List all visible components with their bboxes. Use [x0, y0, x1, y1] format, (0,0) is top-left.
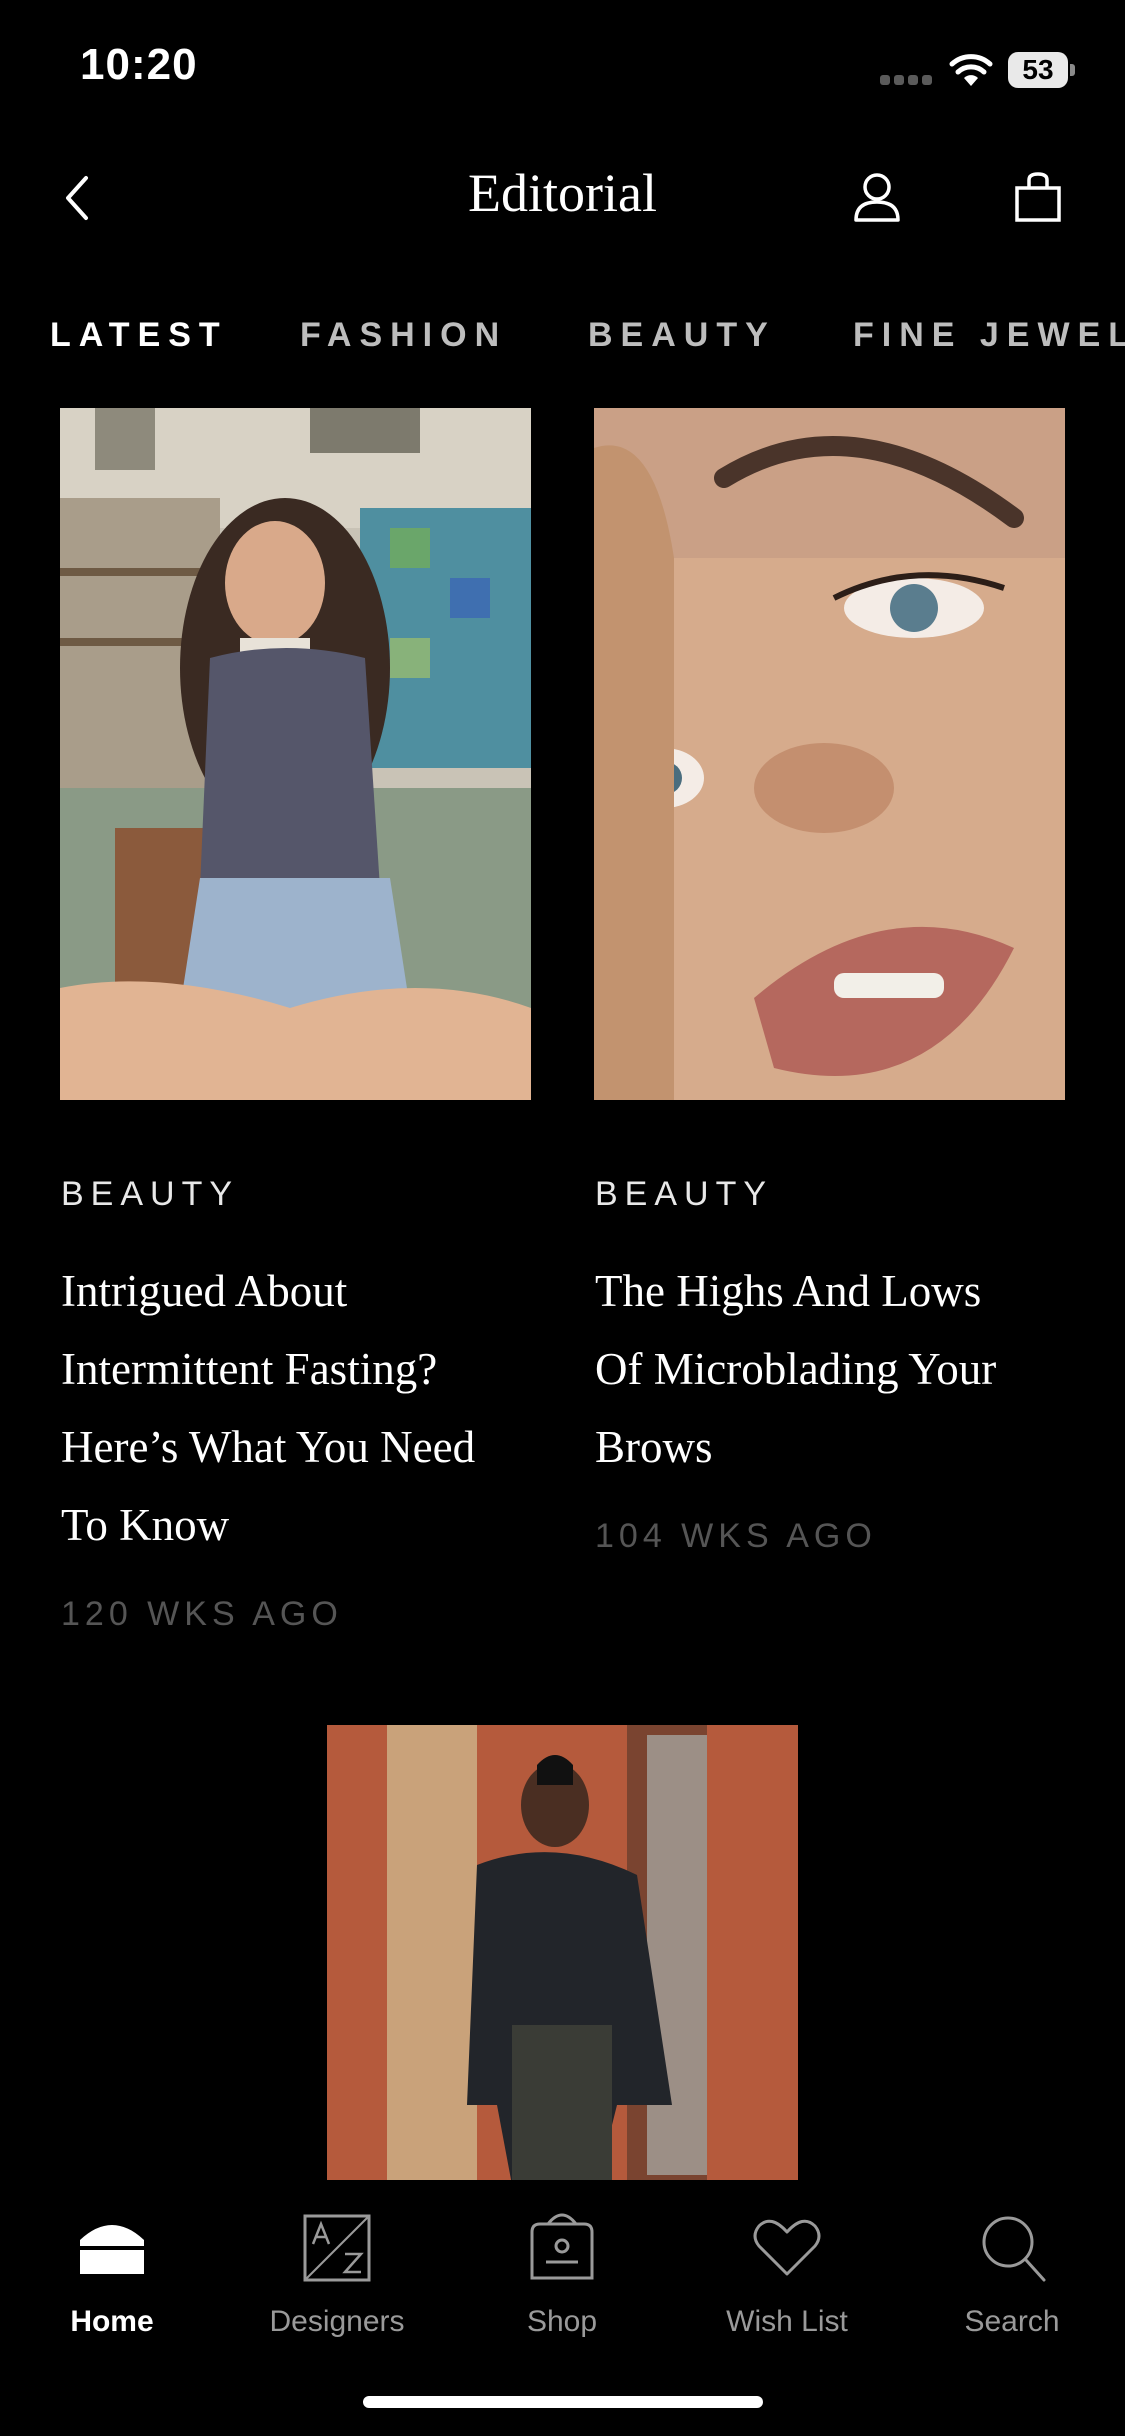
- tab-label: Search: [964, 2305, 1060, 2338]
- wifi-icon: [949, 54, 993, 86]
- battery-icon: 53: [1008, 52, 1076, 88]
- tab-home[interactable]: Home: [22, 2210, 202, 2339]
- heart-icon: [753, 2219, 821, 2276]
- az-icon: [303, 2214, 371, 2282]
- headline-line: Here’s What You Need: [61, 1422, 476, 1472]
- article-timestamp: 120 WKS AGO: [61, 1595, 343, 1633]
- article-category: BEAUTY: [61, 1175, 240, 1213]
- headline-line: The Highs And Lows: [595, 1266, 982, 1316]
- search-icon: [982, 2216, 1046, 2282]
- shop-bag-icon: [530, 2213, 594, 2280]
- headline-line: To Know: [61, 1500, 230, 1550]
- account-icon[interactable]: [852, 170, 902, 224]
- headline-line: Brows: [595, 1422, 713, 1472]
- tab-shop[interactable]: Shop: [472, 2210, 652, 2339]
- article-image-fasting[interactable]: [60, 408, 531, 1100]
- article-category: BEAUTY: [595, 1175, 774, 1213]
- tab-wish-list[interactable]: Wish List: [697, 2210, 877, 2339]
- shopping-bag-icon[interactable]: [1012, 170, 1064, 224]
- headline-line: Intermittent Fasting?: [61, 1344, 438, 1394]
- page-title: Editorial: [468, 163, 657, 223]
- tab-label: Wish List: [726, 2305, 848, 2338]
- tab-fine-jewelry[interactable]: FINE JEWEL: [853, 316, 1125, 355]
- status-time: 10:20: [80, 40, 198, 89]
- article-image-fashion[interactable]: [327, 1725, 798, 2185]
- tab-fashion[interactable]: FASHION: [300, 316, 507, 355]
- tab-label: Shop: [526, 2305, 598, 2338]
- tab-label: Designers: [269, 2305, 405, 2338]
- article-timestamp: 104 WKS AGO: [595, 1517, 877, 1555]
- battery-level: 53: [1008, 52, 1068, 88]
- cellular-signal-icon: [880, 75, 934, 85]
- article-headline[interactable]: Intrigued About Intermittent Fasting? He…: [61, 1252, 475, 1564]
- tab-label: Home: [70, 2305, 154, 2338]
- headline-line: Intrigued About: [61, 1266, 348, 1316]
- headline-line: Of Microblading Your: [595, 1344, 997, 1394]
- tab-search[interactable]: Search: [922, 2210, 1102, 2339]
- tab-beauty[interactable]: BEAUTY: [588, 316, 776, 355]
- article-image-microblading[interactable]: [594, 408, 1065, 1100]
- tab-designers[interactable]: Designers: [247, 2210, 427, 2339]
- home-icon: [80, 2225, 144, 2274]
- article-headline[interactable]: The Highs And Lows Of Microblading Your …: [595, 1252, 996, 1486]
- home-indicator[interactable]: [363, 2396, 763, 2408]
- tab-latest[interactable]: LATEST: [50, 316, 228, 355]
